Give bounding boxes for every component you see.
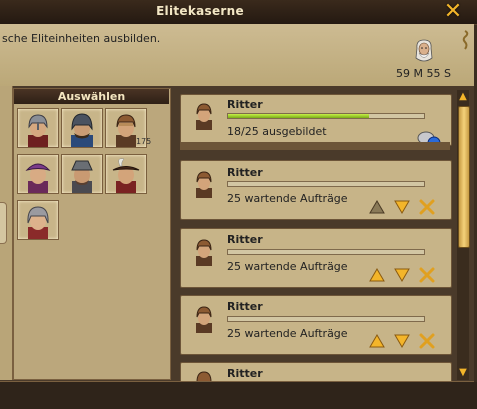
- unit-slot-purple-hat[interactable]: [17, 154, 59, 194]
- queue-item-status: 25 wartende Aufträge: [227, 192, 348, 205]
- cancel-icon[interactable]: [418, 266, 436, 284]
- move-down-icon[interactable]: [393, 266, 411, 284]
- knight-helmet-portrait-icon: [28, 114, 48, 147]
- scrollbar-thumb[interactable]: [458, 106, 470, 248]
- unit-count-badge: 175: [136, 137, 152, 146]
- move-up-icon[interactable]: [368, 266, 386, 284]
- queue-item-name: Ritter: [227, 367, 263, 380]
- scroll-down-icon[interactable]: ▼: [457, 368, 469, 378]
- unit-slot-knight-helmet[interactable]: [17, 108, 59, 148]
- queue-item: [180, 160, 452, 220]
- unit-slot-feathered-hat[interactable]: [105, 154, 147, 194]
- queue-item: [180, 362, 452, 383]
- queue-item-name: Ritter: [227, 166, 263, 179]
- ritter-portrait-icon: [196, 306, 212, 333]
- close-icon[interactable]: ✕: [442, 1, 464, 23]
- move-up-icon[interactable]: [368, 332, 386, 350]
- description-text: sche Eliteinheiten ausbilden.: [2, 32, 161, 45]
- cancel-icon[interactable]: [418, 198, 436, 216]
- queue-item: [180, 94, 452, 146]
- scroll-up-icon[interactable]: ▲: [457, 92, 469, 102]
- window-title: Elitekaserne: [156, 4, 244, 18]
- unit-slot-dark-knight[interactable]: [61, 108, 103, 148]
- move-down-icon[interactable]: [393, 198, 411, 216]
- ritter-portrait-icon: [196, 103, 212, 130]
- queue-item-status: 25 wartende Aufträge: [227, 260, 348, 273]
- scroll-ornament-icon: [462, 30, 469, 50]
- queue-item-name: Ritter: [227, 300, 263, 313]
- unit-slot-lady[interactable]: [17, 200, 59, 240]
- move-up-icon[interactable]: [368, 198, 386, 216]
- progress-bar: [227, 181, 425, 187]
- progress-bar: [227, 113, 425, 119]
- timer-text: 59 M 55 S: [396, 67, 451, 80]
- lady-portrait-icon: [27, 206, 49, 239]
- grey-hat-portrait-icon: [71, 160, 93, 193]
- ritter-portrait-icon: [196, 239, 212, 266]
- feathered-hat-portrait-icon: [112, 158, 140, 193]
- queue-item-name: Ritter: [227, 233, 263, 246]
- selection-header: Auswählen: [14, 89, 169, 104]
- progress-bar: [227, 316, 425, 322]
- unit-slot-grey-hat[interactable]: [61, 154, 103, 194]
- queue-item-name: Ritter: [227, 98, 263, 111]
- cancel-icon[interactable]: [418, 332, 436, 350]
- ritter-portrait-icon: [196, 171, 212, 198]
- progress-bar-fill: [228, 114, 370, 118]
- left-panel-slot[interactable]: [0, 202, 7, 244]
- purple-hat-portrait-icon: [25, 163, 51, 193]
- queue-item: [180, 295, 452, 355]
- dark-knight-portrait-icon: [71, 113, 93, 147]
- queue-item-status: 25 wartende Aufträge: [227, 327, 348, 340]
- progress-bar: [227, 249, 425, 255]
- queue-item: [180, 228, 452, 288]
- card-divider: [180, 142, 450, 150]
- elder-advisor-icon: [415, 39, 433, 62]
- bottom-strip: [0, 382, 477, 409]
- queue-item-status: 18/25 ausgebildet: [227, 125, 327, 138]
- ritter-portrait-icon: [196, 371, 212, 382]
- move-down-icon[interactable]: [393, 332, 411, 350]
